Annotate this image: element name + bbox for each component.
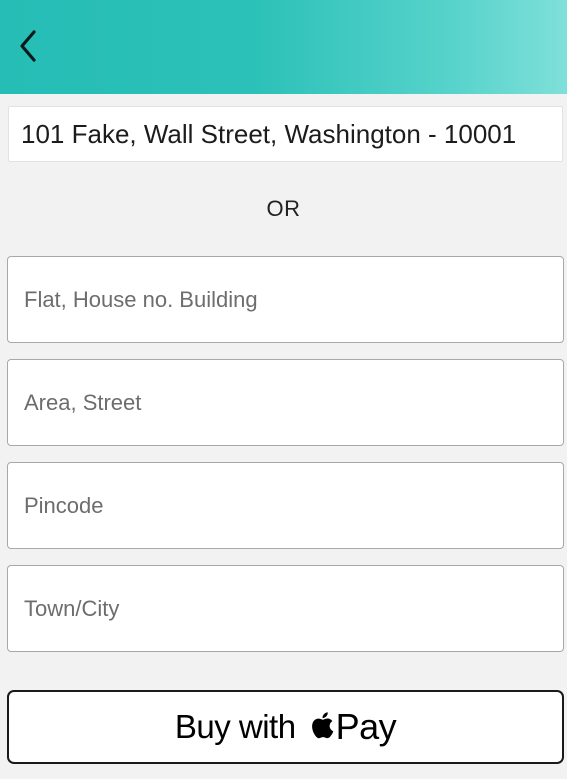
apple-logo-icon — [311, 712, 333, 739]
flat-house-building-input[interactable] — [8, 257, 563, 342]
apple-pay-label-suffix: Pay — [335, 706, 397, 747]
apple-pay-label-prefix: Buy with — [174, 708, 296, 745]
address-form: 101 Fake, Wall Street, Washington - 1000… — [0, 94, 567, 779]
saved-address-text: 101 Fake, Wall Street, Washington - 1000… — [21, 118, 517, 149]
chevron-left-icon — [20, 30, 36, 62]
town-field[interactable] — [7, 565, 564, 652]
pincode-input[interactable] — [8, 463, 563, 548]
or-divider-label: OR — [266, 196, 301, 221]
town-city-input[interactable] — [8, 566, 563, 651]
back-button[interactable] — [8, 26, 48, 66]
saved-address-option[interactable]: 101 Fake, Wall Street, Washington - 1000… — [8, 106, 563, 162]
header-bar — [0, 0, 567, 94]
area-field[interactable] — [7, 359, 564, 446]
apple-pay-button[interactable]: Buy with Pay — [7, 690, 564, 764]
pincode-field[interactable] — [7, 462, 564, 549]
area-street-input[interactable] — [8, 360, 563, 445]
flat-field[interactable] — [7, 256, 564, 343]
